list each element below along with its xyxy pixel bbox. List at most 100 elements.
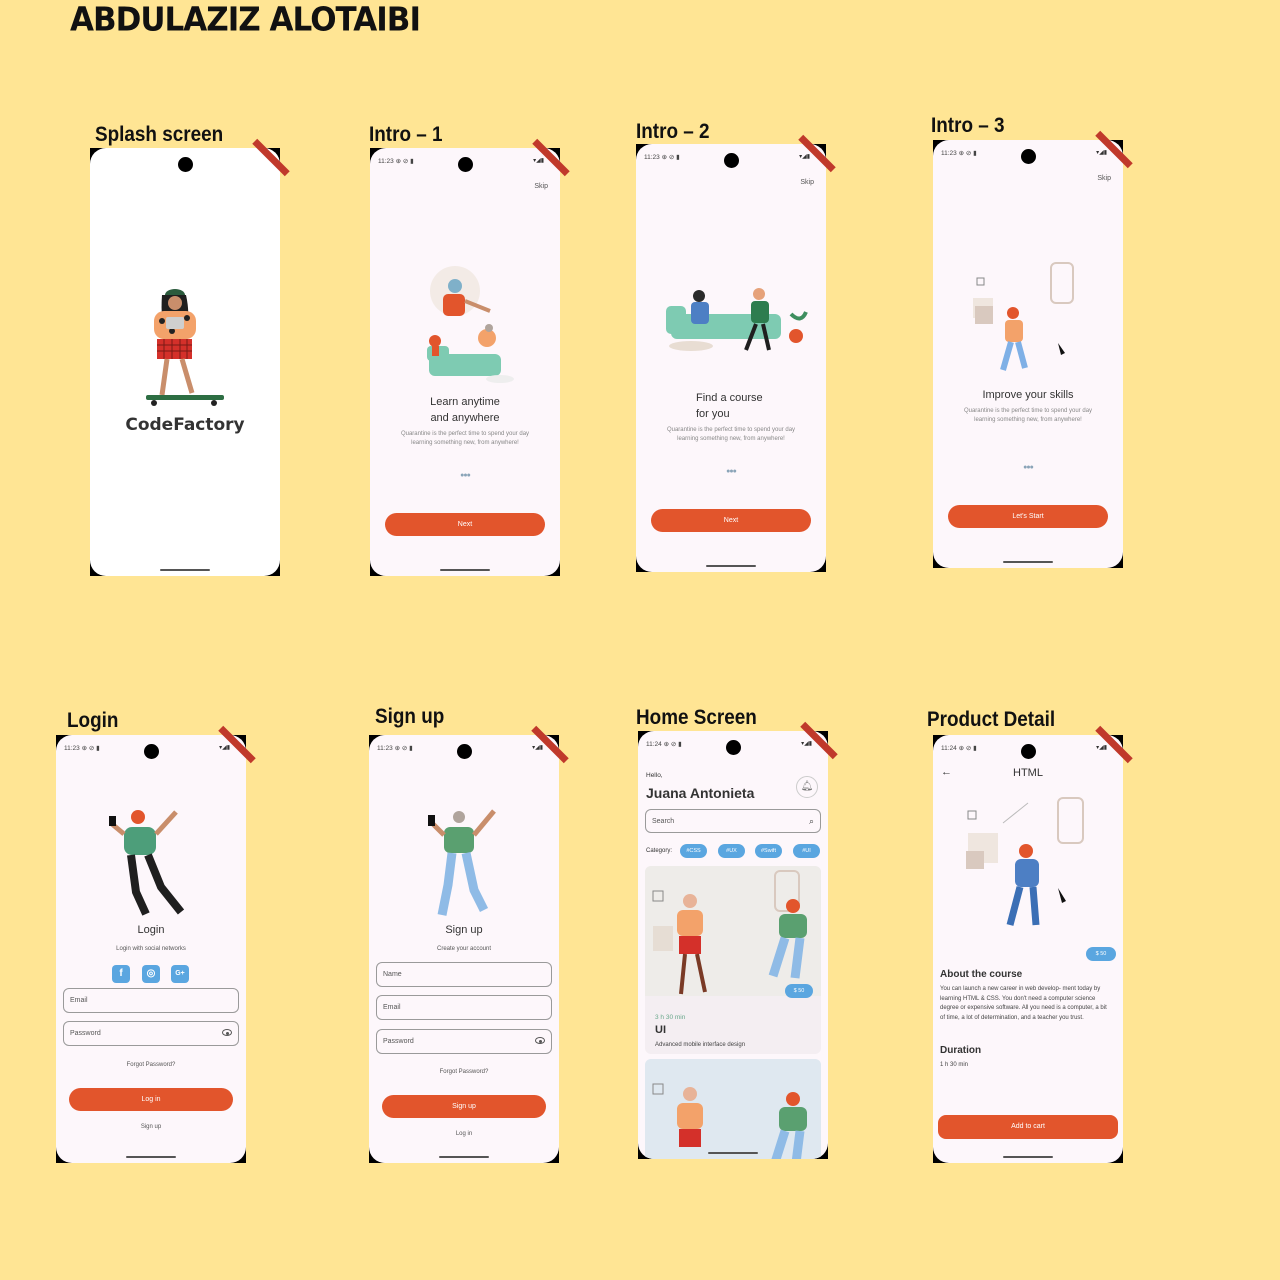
login-button[interactable]: Log in — [69, 1088, 233, 1111]
intro-title: Improve your skills — [982, 389, 1074, 401]
status-time: 11:23 ⊕ ⊘ ▮ — [64, 745, 100, 752]
system-icons: ▾◢▮ — [1096, 150, 1107, 156]
author-name: ABDULAZIZ ALOTAIBI — [70, 1, 421, 39]
signup-link[interactable]: Sign up — [56, 1124, 246, 1130]
next-button[interactable]: Next — [651, 509, 811, 532]
course-card-illustration — [645, 866, 821, 996]
skater-illustration — [146, 289, 224, 406]
skip-button[interactable]: Skip — [534, 183, 548, 190]
course-card[interactable]: $ 50 3 h 30 min UI Advanced mobile inter… — [645, 866, 821, 1054]
email-field[interactable]: Email — [63, 988, 239, 1013]
label-login: Login — [67, 709, 119, 732]
search-placeholder: Search — [652, 818, 675, 825]
chip-swift[interactable]: #Swift — [755, 844, 782, 858]
course-card-2-illustration — [645, 1059, 821, 1159]
google-plus-icon[interactable]: G+ — [171, 965, 189, 983]
course-duration: 3 h 30 min — [655, 1014, 686, 1021]
intro-title-line-2: for you — [696, 408, 730, 420]
next-button[interactable]: Next — [385, 513, 545, 536]
brand-logo: CodeFactory — [125, 415, 245, 435]
eye-icon[interactable] — [535, 1037, 545, 1044]
intro-title: Find a course for you — [696, 390, 826, 422]
product-detail-screen: 11:24 ⊕ ⊘ ▮ ▾◢▮ ← HTML $ 50 About the co… — [933, 735, 1123, 1163]
intro-subtitle: Quarantine is the perfect time to spend … — [666, 427, 796, 442]
login-screen: 11:23 ⊕ ⊘ ▮ ▾◢▮ Login Login with social … — [56, 735, 246, 1163]
course-card-2[interactable] — [645, 1059, 821, 1159]
skip-button[interactable]: Skip — [1097, 175, 1111, 182]
price-badge: $ 50 — [785, 984, 813, 998]
camera-cutout — [457, 744, 472, 759]
password-placeholder: Password — [70, 1030, 101, 1037]
phone-splash: CodeFactory — [90, 138, 290, 576]
duration-value: 1 h 30 min — [940, 1062, 969, 1068]
home-indicator — [160, 569, 210, 571]
forgot-password-link[interactable]: Forgot Password? — [56, 1062, 246, 1068]
camera-cutout — [144, 744, 159, 759]
phone-signup: 11:23 ⊕ ⊘ ▮ ▾◢▮ Sign up Create your acco… — [369, 725, 569, 1163]
intro-title-line-2: and anywhere — [430, 412, 500, 424]
camera-cutout — [1021, 744, 1036, 759]
search-input[interactable]: Search ⌕ — [645, 809, 821, 833]
label-product-detail: Product Detail — [927, 708, 1056, 731]
system-icons: ▾◢▮ — [219, 745, 230, 751]
login-link[interactable]: Log in — [369, 1131, 559, 1137]
name-field[interactable]: Name — [376, 962, 552, 987]
camera-cutout — [726, 740, 741, 755]
signup-illustration — [428, 809, 496, 916]
signup-title: Sign up — [445, 924, 483, 936]
forgot-password-link[interactable]: Forgot Password? — [369, 1069, 559, 1075]
skip-button[interactable]: Skip — [800, 179, 814, 186]
signup-screen: 11:23 ⊕ ⊘ ▮ ▾◢▮ Sign up Create your acco… — [369, 735, 559, 1163]
greeting: Hello, — [646, 772, 663, 779]
lets-start-button[interactable]: Let's Start — [948, 505, 1108, 528]
system-icons: ▾◢▮ — [532, 745, 543, 751]
chip-ux[interactable]: #UX — [718, 844, 745, 858]
label-intro-1: Intro – 1 — [369, 123, 443, 146]
intro-1-screen: 11:23 ⊕ ⊘ ▮ ▾◢▮ Skip Learn anytime and a… — [370, 148, 560, 576]
intro-title-line-1: Find a course — [696, 392, 763, 404]
system-icons: ▾◢▮ — [799, 154, 810, 160]
password-field[interactable]: Password — [63, 1021, 239, 1046]
email-field[interactable]: Email — [376, 995, 552, 1020]
system-icons: ▾◢▮ — [801, 741, 812, 747]
status-time: 11:23 ⊕ ⊘ ▮ — [644, 154, 680, 161]
detail-illustration — [966, 797, 1084, 926]
signup-button[interactable]: Sign up — [382, 1095, 546, 1118]
chip-css[interactable]: #CSS — [680, 844, 707, 858]
label-signup: Sign up — [375, 705, 445, 728]
learn-anywhere-illustration — [427, 266, 514, 383]
intro-2-screen: 11:23 ⊕ ⊘ ▮ ▾◢▮ Skip Find a course for y… — [636, 144, 826, 572]
duration-title: Duration — [940, 1045, 982, 1056]
intro-title-line-1: Learn anytime — [430, 396, 500, 408]
home-indicator — [1003, 1156, 1053, 1158]
phone-intro-3: 11:23 ⊕ ⊘ ▮ ▾◢▮ Skip Improve your skills… — [933, 130, 1133, 568]
detail-title: HTML — [1013, 767, 1043, 779]
about-title: About the course — [940, 969, 1023, 980]
system-icons: ▾◢▮ — [533, 158, 544, 164]
intro-3-screen: 11:23 ⊕ ⊘ ▮ ▾◢▮ Skip Improve your skills… — [933, 140, 1123, 568]
category-label: Category: — [646, 848, 673, 854]
phone-login: 11:23 ⊕ ⊘ ▮ ▾◢▮ Login Login with social … — [56, 725, 256, 1163]
password-field[interactable]: Password — [376, 1029, 552, 1054]
login-title: Login — [137, 924, 165, 936]
bell-icon[interactable]: 🔔︎ — [796, 776, 818, 798]
status-time: 11:24 ⊕ ⊘ ▮ — [646, 741, 682, 748]
intro-subtitle: Quarantine is the perfect time to spend … — [400, 431, 530, 446]
label-intro-2: Intro – 2 — [636, 120, 710, 143]
chip-ui[interactable]: #UI — [793, 844, 820, 858]
camera-cutout — [458, 157, 473, 172]
search-icon[interactable]: ⌕ — [809, 810, 814, 833]
camera-cutout — [1021, 149, 1036, 164]
home-indicator — [439, 1156, 489, 1158]
page-indicator: ●●● — [1023, 464, 1034, 471]
instagram-icon[interactable]: ◎ — [142, 965, 160, 983]
add-to-cart-button[interactable]: Add to cart — [938, 1115, 1118, 1139]
status-time: 11:24 ⊕ ⊘ ▮ — [941, 745, 977, 752]
eye-icon[interactable] — [222, 1029, 232, 1036]
facebook-icon[interactable]: f — [112, 965, 130, 983]
login-illustration — [109, 810, 185, 916]
camera-cutout — [724, 153, 739, 168]
home-indicator — [126, 1156, 176, 1158]
label-home: Home Screen — [636, 706, 757, 729]
phone-product-detail: 11:24 ⊕ ⊘ ▮ ▾◢▮ ← HTML $ 50 About the co… — [933, 725, 1133, 1163]
